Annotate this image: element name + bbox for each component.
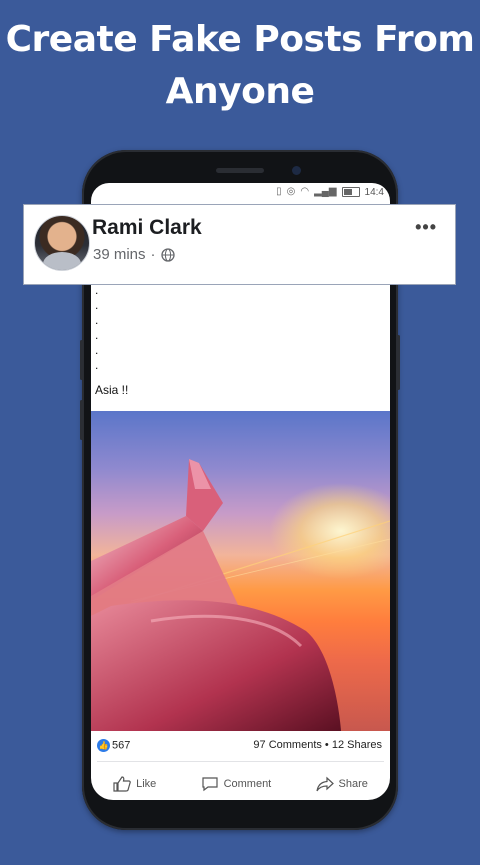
globe-icon [160,247,175,262]
text-dot: . [95,313,99,327]
post-actions: Like Comment Share [91,773,390,795]
text-dot: . [95,298,99,312]
status-time: 14:4 [364,186,384,198]
time-ago[interactable]: 39 mins [93,246,146,263]
power-button [397,335,400,390]
vibrate-icon: ▯ [276,186,282,197]
text-dot: . [95,328,99,342]
post-header-card: Rami Clark 39 mins · ••• [23,204,456,285]
wifi-icon: ◠ [300,186,310,197]
phone-camera [292,166,301,175]
status-bar: ▯ ◎ ◠ ▂▄▆ 14:4 [276,185,384,199]
more-options-icon[interactable]: ••• [415,217,437,238]
promo-line-1: Create Fake Posts From [5,19,475,60]
volume-button [80,340,83,380]
avatar[interactable] [34,215,90,271]
like-count-group[interactable]: 👍 567 [97,738,131,752]
author-name[interactable]: Rami Clark [92,216,202,240]
post-stats: 👍 567 97 Comments • 12 Shares [97,737,382,753]
like-count: 567 [112,738,131,751]
like-label: Like [136,778,157,790]
share-button[interactable]: Share [315,776,368,792]
post-text: Asia !! [95,383,129,397]
promo-headline: Create Fake Posts From Anyone [0,14,480,118]
volume-button [80,400,83,440]
battery-icon [341,187,360,197]
airplane-wing-illustration [91,459,390,731]
divider [97,761,384,762]
share-label: Share [338,778,368,790]
signal-icon: ▂▄▆ [314,186,337,197]
post-meta: 39 mins · [93,246,175,263]
text-dot: . [95,358,99,372]
post-text-dots: . . . . . . [95,283,98,373]
promo-line-2: Anyone [165,71,315,112]
thumbs-up-icon [113,776,131,792]
phone-speaker [216,168,264,173]
like-button[interactable]: Like [113,776,156,792]
avatar-shirt [43,252,81,270]
eye-icon: ◎ [286,186,296,197]
comment-label: Comment [223,778,272,790]
share-arrow-icon [315,776,334,792]
text-dot: . [95,283,99,297]
comments-shares-count[interactable]: 97 Comments • 12 Shares [253,739,382,751]
comment-button[interactable]: Comment [201,776,272,792]
meta-separator: · [150,246,156,263]
text-dot: . [95,343,99,357]
thumbs-up-badge-icon: 👍 [97,738,110,752]
speech-bubble-icon [201,777,218,792]
post-photo[interactable] [91,411,390,731]
